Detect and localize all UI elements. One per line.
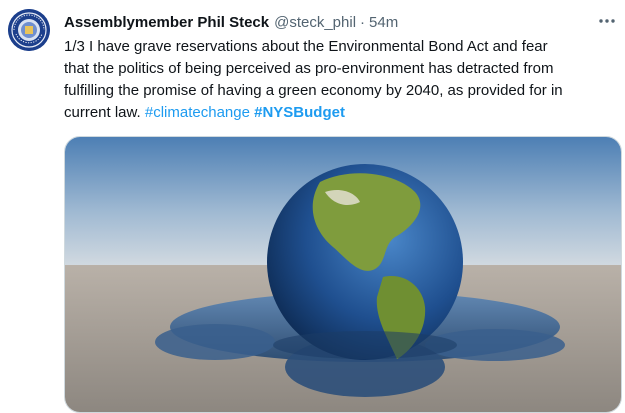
avatar[interactable] [8, 9, 50, 51]
hashtag-nysbudget[interactable]: #NYSBudget [254, 104, 345, 121]
tweet-media[interactable] [64, 136, 622, 413]
tweet-text-line: that the politics of being perceived as … [64, 60, 554, 77]
tweet-text-line: current law. #climatechange #NYSBudget [64, 102, 620, 124]
tweet-header: Assemblymember Phil Steck @steck_phil · … [64, 11, 615, 33]
more-options-button[interactable] [595, 9, 619, 33]
tweet-text-line: fulfilling the promise of having a green… [64, 82, 563, 99]
separator-dot: · [360, 13, 366, 31]
tweet[interactable]: Assemblymember Phil Steck @steck_phil · … [0, 0, 625, 413]
hashtag-climatechange[interactable]: #climatechange [145, 104, 250, 121]
timestamp[interactable]: 54m [369, 14, 398, 31]
assembly-seal-icon [8, 9, 50, 51]
author-handle[interactable]: @steck_phil [274, 14, 356, 31]
tweet-text-tail: current law. [64, 104, 141, 121]
author-name[interactable]: Assemblymember Phil Steck [64, 14, 269, 31]
tweet-text: 1/3 I have grave reservations about the … [64, 36, 620, 124]
more-horizontal-icon [599, 19, 615, 23]
melting-earth-image [65, 137, 621, 412]
tweet-text-line: 1/3 I have grave reservations about the … [64, 38, 548, 55]
